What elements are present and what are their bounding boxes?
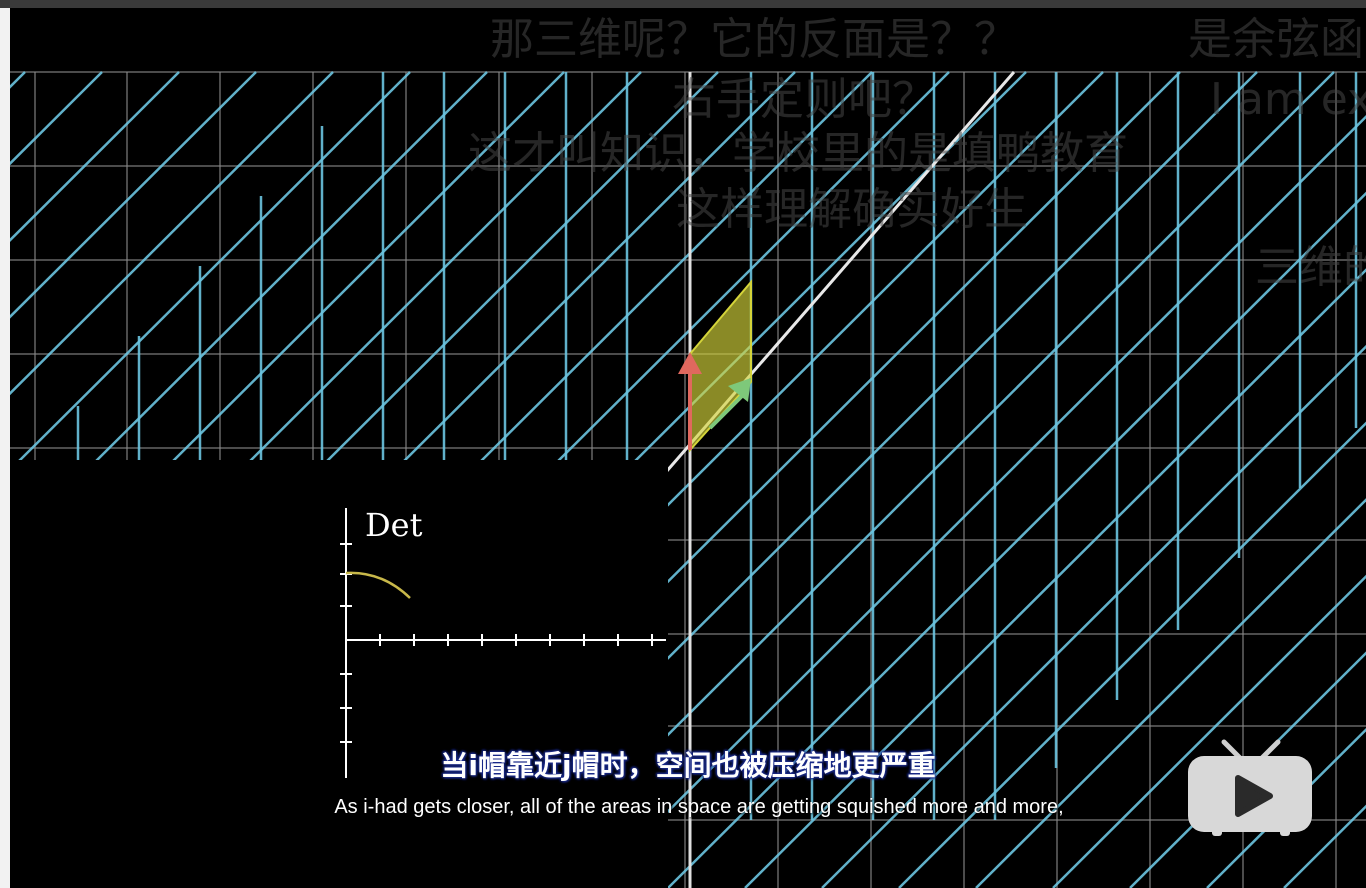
- det-axis-label: Det: [365, 506, 423, 544]
- bilibili-tv-play-icon[interactable]: [1188, 736, 1314, 842]
- danmaku-comment: 这样理解确实好生: [676, 184, 1028, 235]
- video-player[interactable]: 那三维呢？它的反面是？？ 是余弦函右手定则吧？ I am ex 这才叫知识，学校里的是…: [10, 8, 1366, 888]
- top-bar: [0, 0, 1366, 8]
- danmaku-comment: 这才叫知识，学校里的是填鸭教育: [468, 128, 1128, 179]
- danmaku-comment: 是余弦函: [1188, 14, 1364, 65]
- det-panel-background: [10, 460, 668, 888]
- danmaku-comment: I am ex: [1210, 74, 1366, 125]
- danmaku-comment: 右手定则吧？: [672, 74, 936, 125]
- danmaku-comment: 三维的: [1255, 242, 1366, 293]
- danmaku-comment: 那三维呢？它的反面是？？: [490, 14, 1018, 65]
- subtitle-chinese: 当i帽靠近j帽时，空间也被压缩地更严重: [440, 749, 936, 782]
- left-edge: [0, 8, 10, 888]
- subtitle-english: As i-had gets closer, all of the areas i…: [334, 796, 1064, 818]
- determinant-parallelogram: [689, 279, 752, 453]
